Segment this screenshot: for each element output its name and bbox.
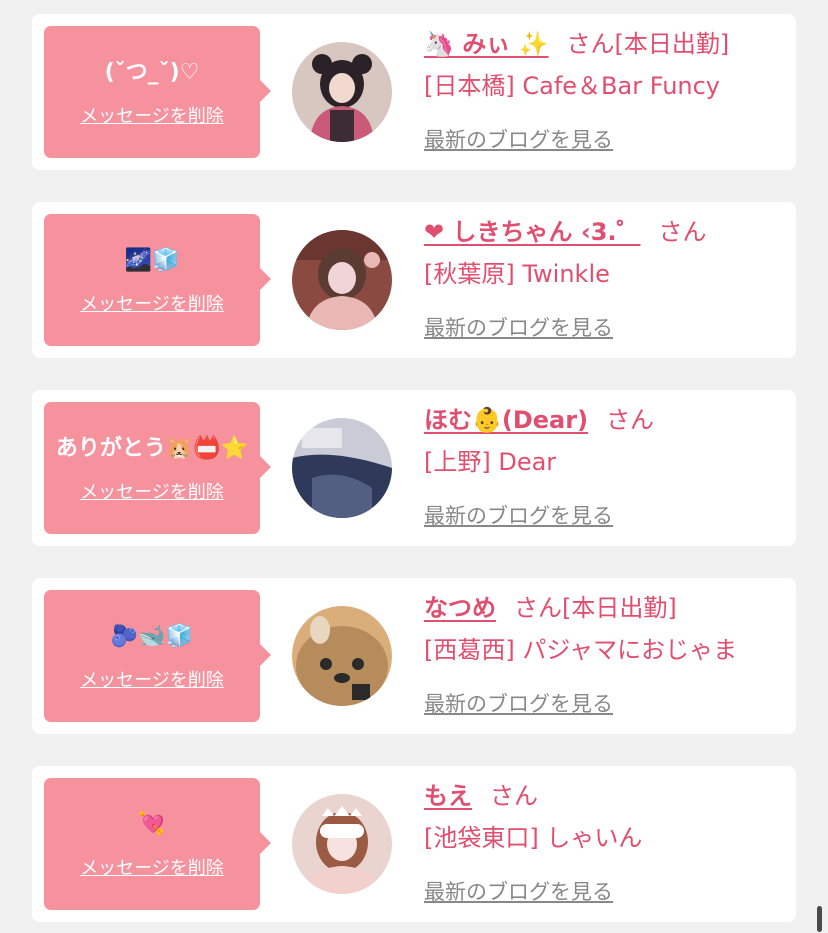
blog-link[interactable]: 最新のブログを見る (424, 876, 613, 906)
avatar[interactable] (292, 606, 392, 706)
status-label: [本日出勤] (562, 594, 677, 622)
honorific: さん (490, 782, 538, 810)
cast-info: ほむ👶(Dear) さん [上野] Dear 最新のブログを見る (424, 400, 794, 530)
blog-link[interactable]: 最新のブログを見る (424, 688, 613, 718)
avatar[interactable] (292, 794, 392, 894)
cast-info: なつめ さん[本日出勤] [西葛西] パジャマにおじゃま 最新のブログを見る (424, 588, 794, 718)
message-bubble: ありがとう🐹📛⭐ メッセージを削除 (44, 402, 271, 534)
shop-name: [池袋東口] しゃいん (424, 824, 643, 852)
shop-name: [上野] Dear (424, 448, 557, 476)
scrollbar[interactable] (817, 906, 822, 932)
delete-message-link[interactable]: メッセージを削除 (80, 102, 224, 128)
avatar[interactable] (292, 42, 392, 142)
avatar[interactable] (292, 230, 392, 330)
cast-name-link[interactable]: ❤ しきちゃん ‹3.゜ (424, 218, 641, 246)
message-text: (ˇつ_ˇ)♡ (104, 60, 200, 85)
avatar[interactable] (292, 418, 392, 518)
avatar-image (292, 794, 392, 894)
shop-name: [秋葉原] Twinkle (424, 260, 610, 288)
message-card: ありがとう🐹📛⭐ メッセージを削除 ほむ👶(Dear) さん [上野] Dear … (32, 390, 796, 546)
message-bubble: 💘 メッセージを削除 (44, 778, 271, 910)
message-text: 🫐🐋🧊 (110, 624, 194, 649)
message-bubble: (ˇつ_ˇ)♡ メッセージを削除 (44, 26, 271, 158)
blog-link[interactable]: 最新のブログを見る (424, 312, 613, 342)
blog-link[interactable]: 最新のブログを見る (424, 124, 613, 154)
cast-info: ❤ しきちゃん ‹3.゜ さん [秋葉原] Twinkle 最新のブログを見る (424, 212, 794, 342)
cast-info: もえ さん [池袋東口] しゃいん 最新のブログを見る (424, 776, 794, 906)
honorific: さん (658, 218, 707, 246)
honorific: さん (566, 30, 615, 58)
delete-message-link[interactable]: メッセージを削除 (80, 478, 224, 504)
honorific: さん (606, 406, 655, 434)
cast-name-link[interactable]: なつめ (424, 594, 496, 622)
honorific: さん (514, 594, 562, 622)
message-card: (ˇつ_ˇ)♡ メッセージを削除 🦄 みぃ ✨ さん[本日出勤] [日本橋] Ca… (32, 14, 796, 170)
shop-name: [日本橋] Cafe＆Bar Funcy (424, 72, 721, 100)
cast-info: 🦄 みぃ ✨ さん[本日出勤] [日本橋] Cafe＆Bar Funcy 最新のブ… (424, 24, 794, 154)
avatar-image (292, 418, 392, 518)
message-card: 🫐🐋🧊 メッセージを削除 なつめ さん[本日出勤] [西葛西] パジャマにおじゃま… (32, 578, 796, 734)
shop-name: [西葛西] パジャマにおじゃま (424, 636, 738, 664)
avatar-image (292, 230, 392, 330)
cast-name-link[interactable]: 🦄 みぃ ✨ (424, 30, 548, 58)
cast-name-link[interactable]: ほむ👶(Dear) (424, 406, 588, 434)
message-bubble: 🫐🐋🧊 メッセージを削除 (44, 590, 271, 722)
message-card: 🌌🧊 メッセージを削除 ❤ しきちゃん ‹3.゜ さん [秋葉原] Twinkle… (32, 202, 796, 358)
delete-message-link[interactable]: メッセージを削除 (80, 666, 224, 692)
delete-message-link[interactable]: メッセージを削除 (80, 290, 224, 316)
message-card: 💘 メッセージを削除 もえ さん [池袋東口] しゃいん 最新のブログを見る (32, 766, 796, 922)
avatar-image (292, 42, 392, 142)
message-text: 🌌🧊 (124, 248, 180, 273)
message-bubble: 🌌🧊 メッセージを削除 (44, 214, 271, 346)
message-text: 💘 (138, 812, 166, 837)
blog-link[interactable]: 最新のブログを見る (424, 500, 613, 530)
status-label: [本日出勤] (614, 30, 730, 58)
cast-name-link[interactable]: もえ (424, 782, 472, 810)
message-text: ありがとう🐹📛⭐ (55, 436, 249, 461)
delete-message-link[interactable]: メッセージを削除 (80, 854, 224, 880)
avatar-image (292, 606, 392, 706)
